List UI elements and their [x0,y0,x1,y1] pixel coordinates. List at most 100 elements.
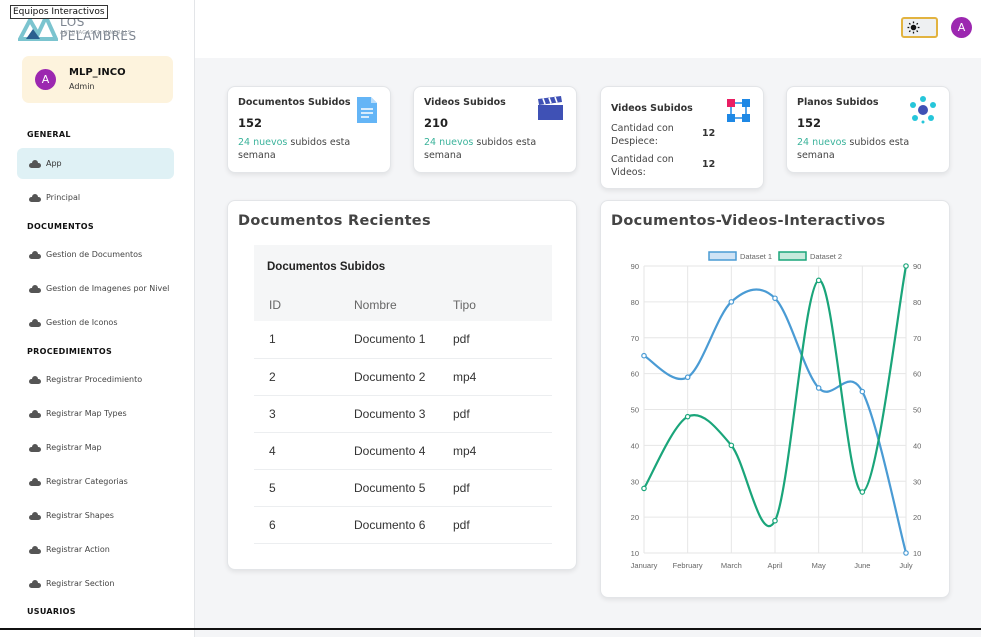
sidebar-item-label: Registrar Map Types [46,409,127,418]
x-tick-label: February [673,561,703,570]
sidebar-item-registrar-procedimiento[interactable]: Registrar Procedimiento [17,364,174,395]
sidebar-item-label: Registrar Categorias [46,477,128,486]
data-point-dataset-1 [641,352,647,359]
line-chart[interactable]: 10 10 20 20 30 30 40 40 50 50 60 60 70 70 80 80 90 90 Janu… [601,243,949,583]
sidebar-item-label: Registrar Section [46,579,115,588]
table-title: Documentos Subidos [254,245,552,289]
cell-tipo: pdf [453,469,552,507]
documents-table: Documentos Subidos ID Nombre Tipo 1 Docum… [254,245,552,544]
stat-title: Videos Subidos [424,97,506,108]
y-tick-label-left: 70 [631,334,639,343]
column-header-nombre[interactable]: Nombre [354,289,453,321]
y-tick-label-right: 70 [913,334,921,343]
data-point-dataset-1 [815,385,822,391]
clapperboard-icon [538,96,563,120]
sidebar-item-registrar-categorias[interactable]: Registrar Categorias [17,466,174,497]
table-row[interactable]: 3 Documento 3 pdf [254,395,552,433]
recent-documents-panel: Documentos Recientes Documentos Subidos … [227,200,577,570]
sidebar-item-registrar-action[interactable]: Registrar Action [17,534,174,565]
x-tick-label: April [767,561,782,570]
theme-toggle-button[interactable] [901,17,938,38]
table-row[interactable]: 5 Documento 5 pdf [254,469,552,507]
column-header-tipo[interactable]: Tipo [453,289,552,321]
stat-note: 24 nuevos subidos esta semana [797,136,927,162]
column-header-id[interactable]: ID [254,289,354,321]
data-point-dataset-2 [728,442,735,449]
videos-value: 12 [702,159,716,170]
data-point-dataset-2 [815,277,822,284]
sidebar-item-registrar-section[interactable]: Registrar Section [17,568,174,599]
stat-card-planos: Planos Subidos 152 24 nuevos subidos est… [786,86,950,173]
data-point-dataset-2 [684,413,691,420]
cell-id: 5 [254,469,354,507]
data-point-dataset-1 [728,299,735,305]
cloud-icon [29,284,41,293]
table-row[interactable]: 4 Documento 4 mp4 [254,432,552,470]
sidebar-item-label: Registrar Shapes [46,511,114,520]
y-tick-label-right: 60 [913,370,921,379]
cell-nombre: Documento 4 [354,432,453,470]
legend-label-dataset-2: Dataset 2 [810,252,842,261]
stat-card-documentos: Documentos Subidos 152 24 nuevos subidos… [227,86,391,173]
y-tick-label-left: 30 [631,477,639,486]
y-tick-label-left: 90 [631,262,639,271]
stat-card-videos-detail: Videos Subidos Cantidad con Despiece: 12… [600,86,764,189]
y-tick-label-left: 50 [631,406,639,415]
user-avatar-button[interactable]: A [951,17,972,38]
data-point-dataset-2 [641,485,647,492]
data-point-dataset-2 [772,517,778,524]
stat-value: 210 [424,116,449,130]
user-role: Admin [69,82,95,91]
x-tick-label: May [812,561,826,570]
sidebar: LOS PELAMBRES ANTOFAGASTA MINERALS Equip… [0,0,195,637]
cell-id: 4 [254,432,354,470]
cloud-icon [29,477,41,486]
legend-label-dataset-1: Dataset 1 [740,252,772,261]
table-row[interactable]: 2 Documento 2 mp4 [254,358,552,396]
cloud-icon [29,250,41,259]
cell-id: 1 [254,321,354,359]
table-row[interactable]: 1 Documento 1 pdf [254,321,552,359]
sidebar-item-label: Registrar Action [46,545,110,554]
section-title-documentos: DOCUMENTOS [27,222,94,231]
logo-subtitle: ANTOFAGASTA MINERALS [60,30,132,36]
sidebar-item-registrar-map[interactable]: Registrar Map [17,432,174,463]
section-title-general: GENERAL [27,130,71,139]
sidebar-item-registrar-shapes[interactable]: Registrar Shapes [17,500,174,531]
cloud-icon [29,409,41,418]
stat-value: 152 [797,116,822,130]
molecule-icon [910,96,936,124]
stat-value: 152 [238,116,263,130]
x-tick-label: March [721,561,742,570]
sidebar-item-principal[interactable]: Principal [17,182,174,213]
stat-highlight: 24 nuevos [424,137,474,148]
x-tick-label: January [631,561,658,570]
sidebar-item-registrar-map-types[interactable]: Registrar Map Types [17,398,174,429]
panel-title: Documentos Recientes [238,213,431,229]
sidebar-item-gestion-imagenes[interactable]: Gestion de Imagenes por Nivel [17,273,174,304]
cell-nombre: Documento 1 [354,321,453,359]
data-point-dataset-2 [903,263,909,269]
stat-title: Documentos Subidos [238,97,351,108]
y-tick-label-left: 20 [631,513,639,522]
sidebar-item-label: Gestion de Iconos [46,318,118,327]
y-tick-label-right: 20 [913,513,921,522]
stat-title: Planos Subidos [797,97,879,108]
table-row[interactable]: 6 Documento 6 pdf [254,506,552,544]
sidebar-item-gestion-documentos[interactable]: Gestion de Documentos [17,239,174,270]
stat-note: 24 nuevos subidos esta semana [424,136,554,162]
document-icon [357,97,377,123]
sun-icon [907,21,920,34]
sidebar-item-label: App [46,159,62,168]
logo-name: LOS PELAMBRES [60,15,137,43]
cloud-icon [29,443,41,452]
stat-card-videos: Videos Subidos 210 24 nuevos subidos est… [413,86,577,173]
cell-tipo: mp4 [453,432,552,470]
sidebar-item-gestion-iconos[interactable]: Gestion de Iconos [17,307,174,338]
sidebar-item-app[interactable]: App [17,148,174,179]
user-card[interactable]: A MLP_INCO Admin [22,56,173,103]
legend-swatch-dataset-1 [708,251,737,261]
despiece-label: Cantidad con Despiece: [611,123,674,147]
avatar: A [35,69,56,90]
y-tick-label-left: 10 [631,549,639,558]
